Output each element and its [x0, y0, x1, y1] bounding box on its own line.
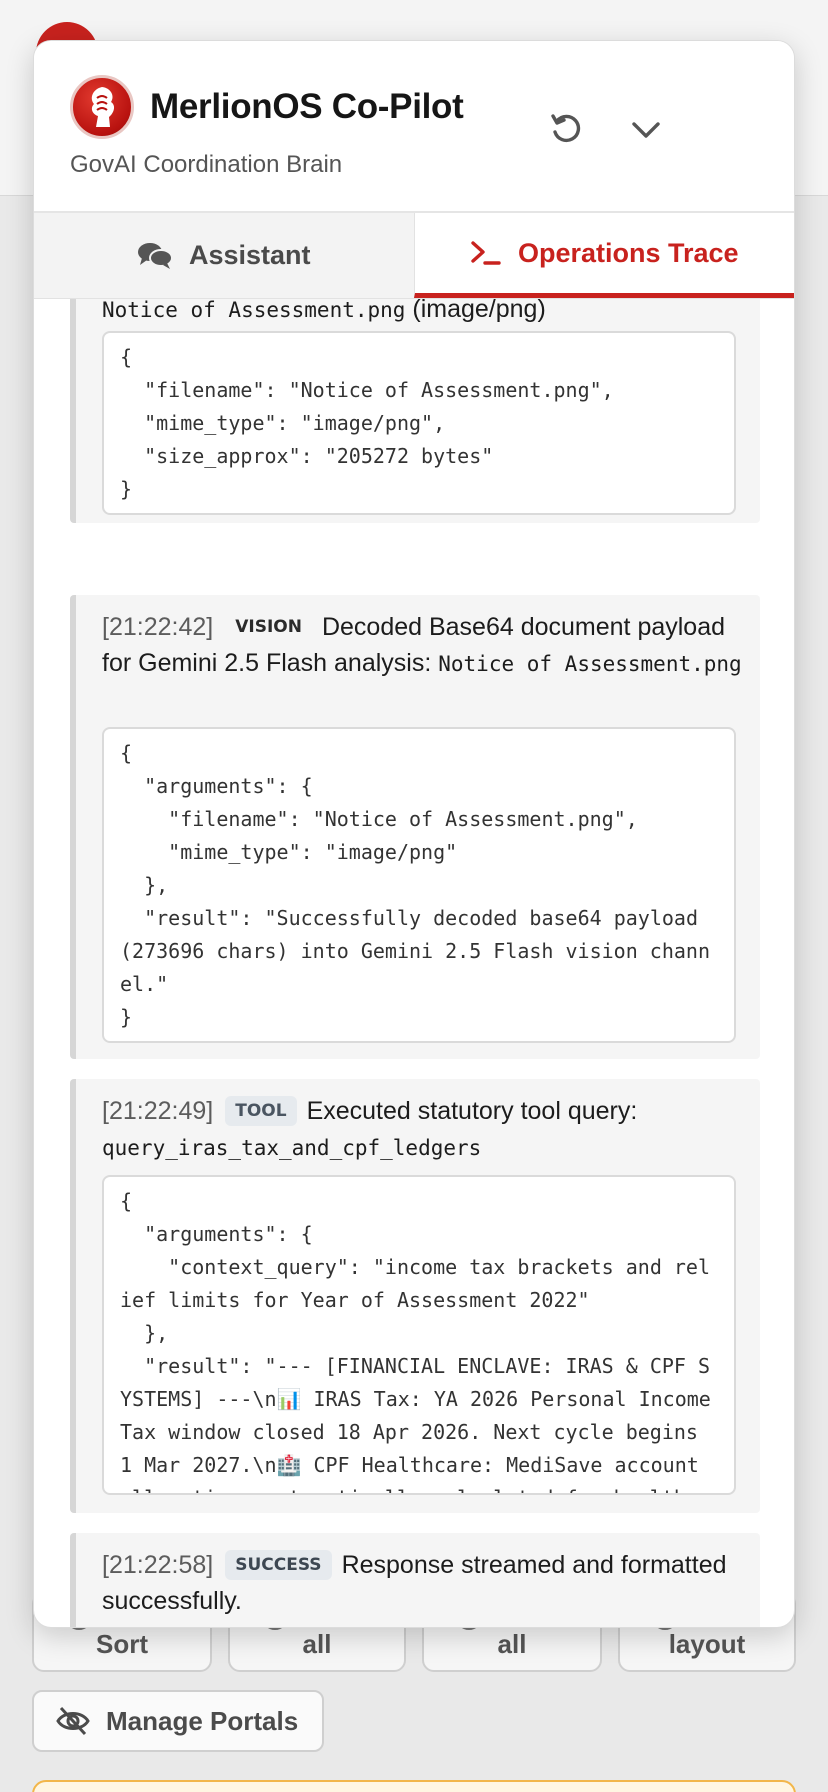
chevron-down-icon [632, 122, 660, 138]
trace-entry-tag: VISION [235, 617, 302, 637]
trace-entry-tag: TOOL [225, 1096, 297, 1126]
trace-entry-message: [21:22:58] SUCCESS Response streamed and f… [102, 1547, 742, 1619]
trace-entry-payload-text: { "arguments": { "context_query": "incom… [120, 1189, 711, 1493]
tab-operations-trace[interactable]: Operations Trace [413, 213, 794, 298]
trace-entry-payload[interactable]: { "arguments": { "context_query": "incom… [102, 1175, 736, 1495]
trace-entry-message: Notice of Assessment.png (image/png) [102, 299, 742, 328]
background-alert-banner [32, 1780, 796, 1792]
terminal-prompt-icon [471, 241, 501, 265]
merlion-logo-icon [70, 75, 134, 139]
copilot-panel: MerlionOS Co-Pilot GovAI Coordination Br… [33, 40, 795, 1628]
reset-layout-label: layout [668, 1629, 746, 1659]
trace-entry-text: Executed statutory tool query: [306, 1097, 638, 1125]
sort-button-label: Sort [96, 1629, 148, 1659]
refresh-button[interactable] [544, 107, 588, 151]
trace-entry: [21:22:58] SUCCESS Response streamed and f… [70, 1533, 760, 1627]
panel-subtitle: GovAI Coordination Brain [70, 151, 343, 178]
expand-all-label: all [302, 1629, 332, 1659]
manage-portals-button[interactable]: Manage Portals [32, 1690, 324, 1752]
trace-entry-tool-name: query_iras_tax_and_cpf_ledgers [102, 1136, 482, 1160]
trace-entry-message: [21:22:49] TOOL Executed statutory tool qu… [102, 1093, 742, 1166]
collapse-button[interactable] [624, 107, 668, 151]
trace-entry-payload[interactable]: { "filename": "Notice of Assessment.png"… [102, 331, 736, 515]
refresh-icon [551, 114, 581, 143]
trace-entry-mime: (image/png) [405, 299, 546, 323]
trace-entry-timestamp: [21:22:42] [102, 613, 214, 641]
trace-entry: Notice of Assessment.png (image/png) { "… [70, 299, 760, 523]
trace-entry: [21:22:42] VISION Decoded Base64 document … [70, 595, 760, 1059]
trace-entry: [21:22:49] TOOL Executed statutory tool qu… [70, 1079, 760, 1513]
trace-entry-payload[interactable]: { "arguments": { "filename": "Notice of … [102, 727, 736, 1043]
manage-portals-label: Manage Portals [106, 1705, 299, 1736]
tab-assistant-label: Assistant [188, 240, 311, 270]
trace-entry-payload-text: { "arguments": { "filename": "Notice of … [120, 741, 711, 1029]
tab-assistant[interactable]: Assistant [34, 213, 414, 298]
eye-off-icon [56, 1706, 90, 1736]
panel-tabs: Assistant Operations Trace [34, 213, 794, 299]
trace-entry-timestamp: [21:22:49] [102, 1097, 214, 1125]
tab-operations-trace-label: Operations Trace [517, 237, 739, 268]
operations-trace-list[interactable]: Notice of Assessment.png (image/png) { "… [34, 299, 794, 1627]
panel-title: MerlionOS Co-Pilot [150, 87, 464, 126]
trace-entry-timestamp: [21:22:58] [102, 1551, 214, 1579]
search-all-label: all [497, 1629, 527, 1659]
trace-entry-payload-text: { "filename": "Notice of Assessment.png"… [120, 345, 614, 501]
trace-entry-tag: SUCCESS [225, 1550, 332, 1580]
chat-bubbles-icon [137, 242, 173, 269]
trace-entry-message: [21:22:42] VISION Decoded Base64 document … [102, 609, 742, 682]
panel-header: MerlionOS Co-Pilot GovAI Coordination Br… [34, 41, 794, 213]
trace-entry-filename: Notice of Assessment.png [102, 299, 406, 322]
trace-entry-filename: Notice of Assessment.png [438, 652, 742, 676]
